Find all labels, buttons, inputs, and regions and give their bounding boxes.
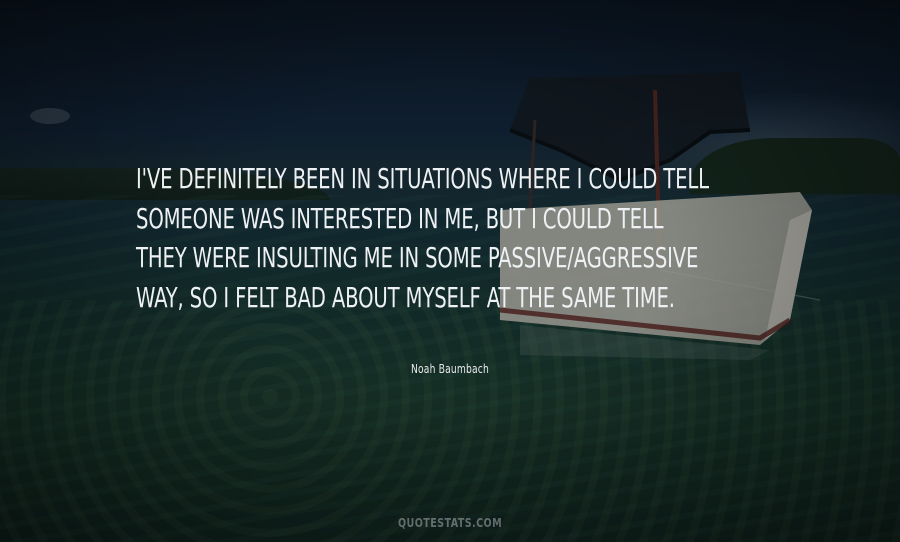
site-watermark: QUOTESTATS.COM bbox=[397, 516, 503, 530]
quote-line: they were insulting me in some passive/a… bbox=[136, 241, 699, 274]
quote-text: I've definitely been in situations where… bbox=[136, 159, 709, 317]
quote-line: I've definitely been in situations where… bbox=[136, 162, 709, 195]
quote-image: I've definitely been in situations where… bbox=[0, 0, 900, 542]
quote-line: someone was interested in me, but I coul… bbox=[136, 201, 664, 235]
quote-line: way, so I felt bad about myself at the s… bbox=[136, 280, 675, 314]
quote-author: Noah Baumbach bbox=[410, 362, 490, 376]
